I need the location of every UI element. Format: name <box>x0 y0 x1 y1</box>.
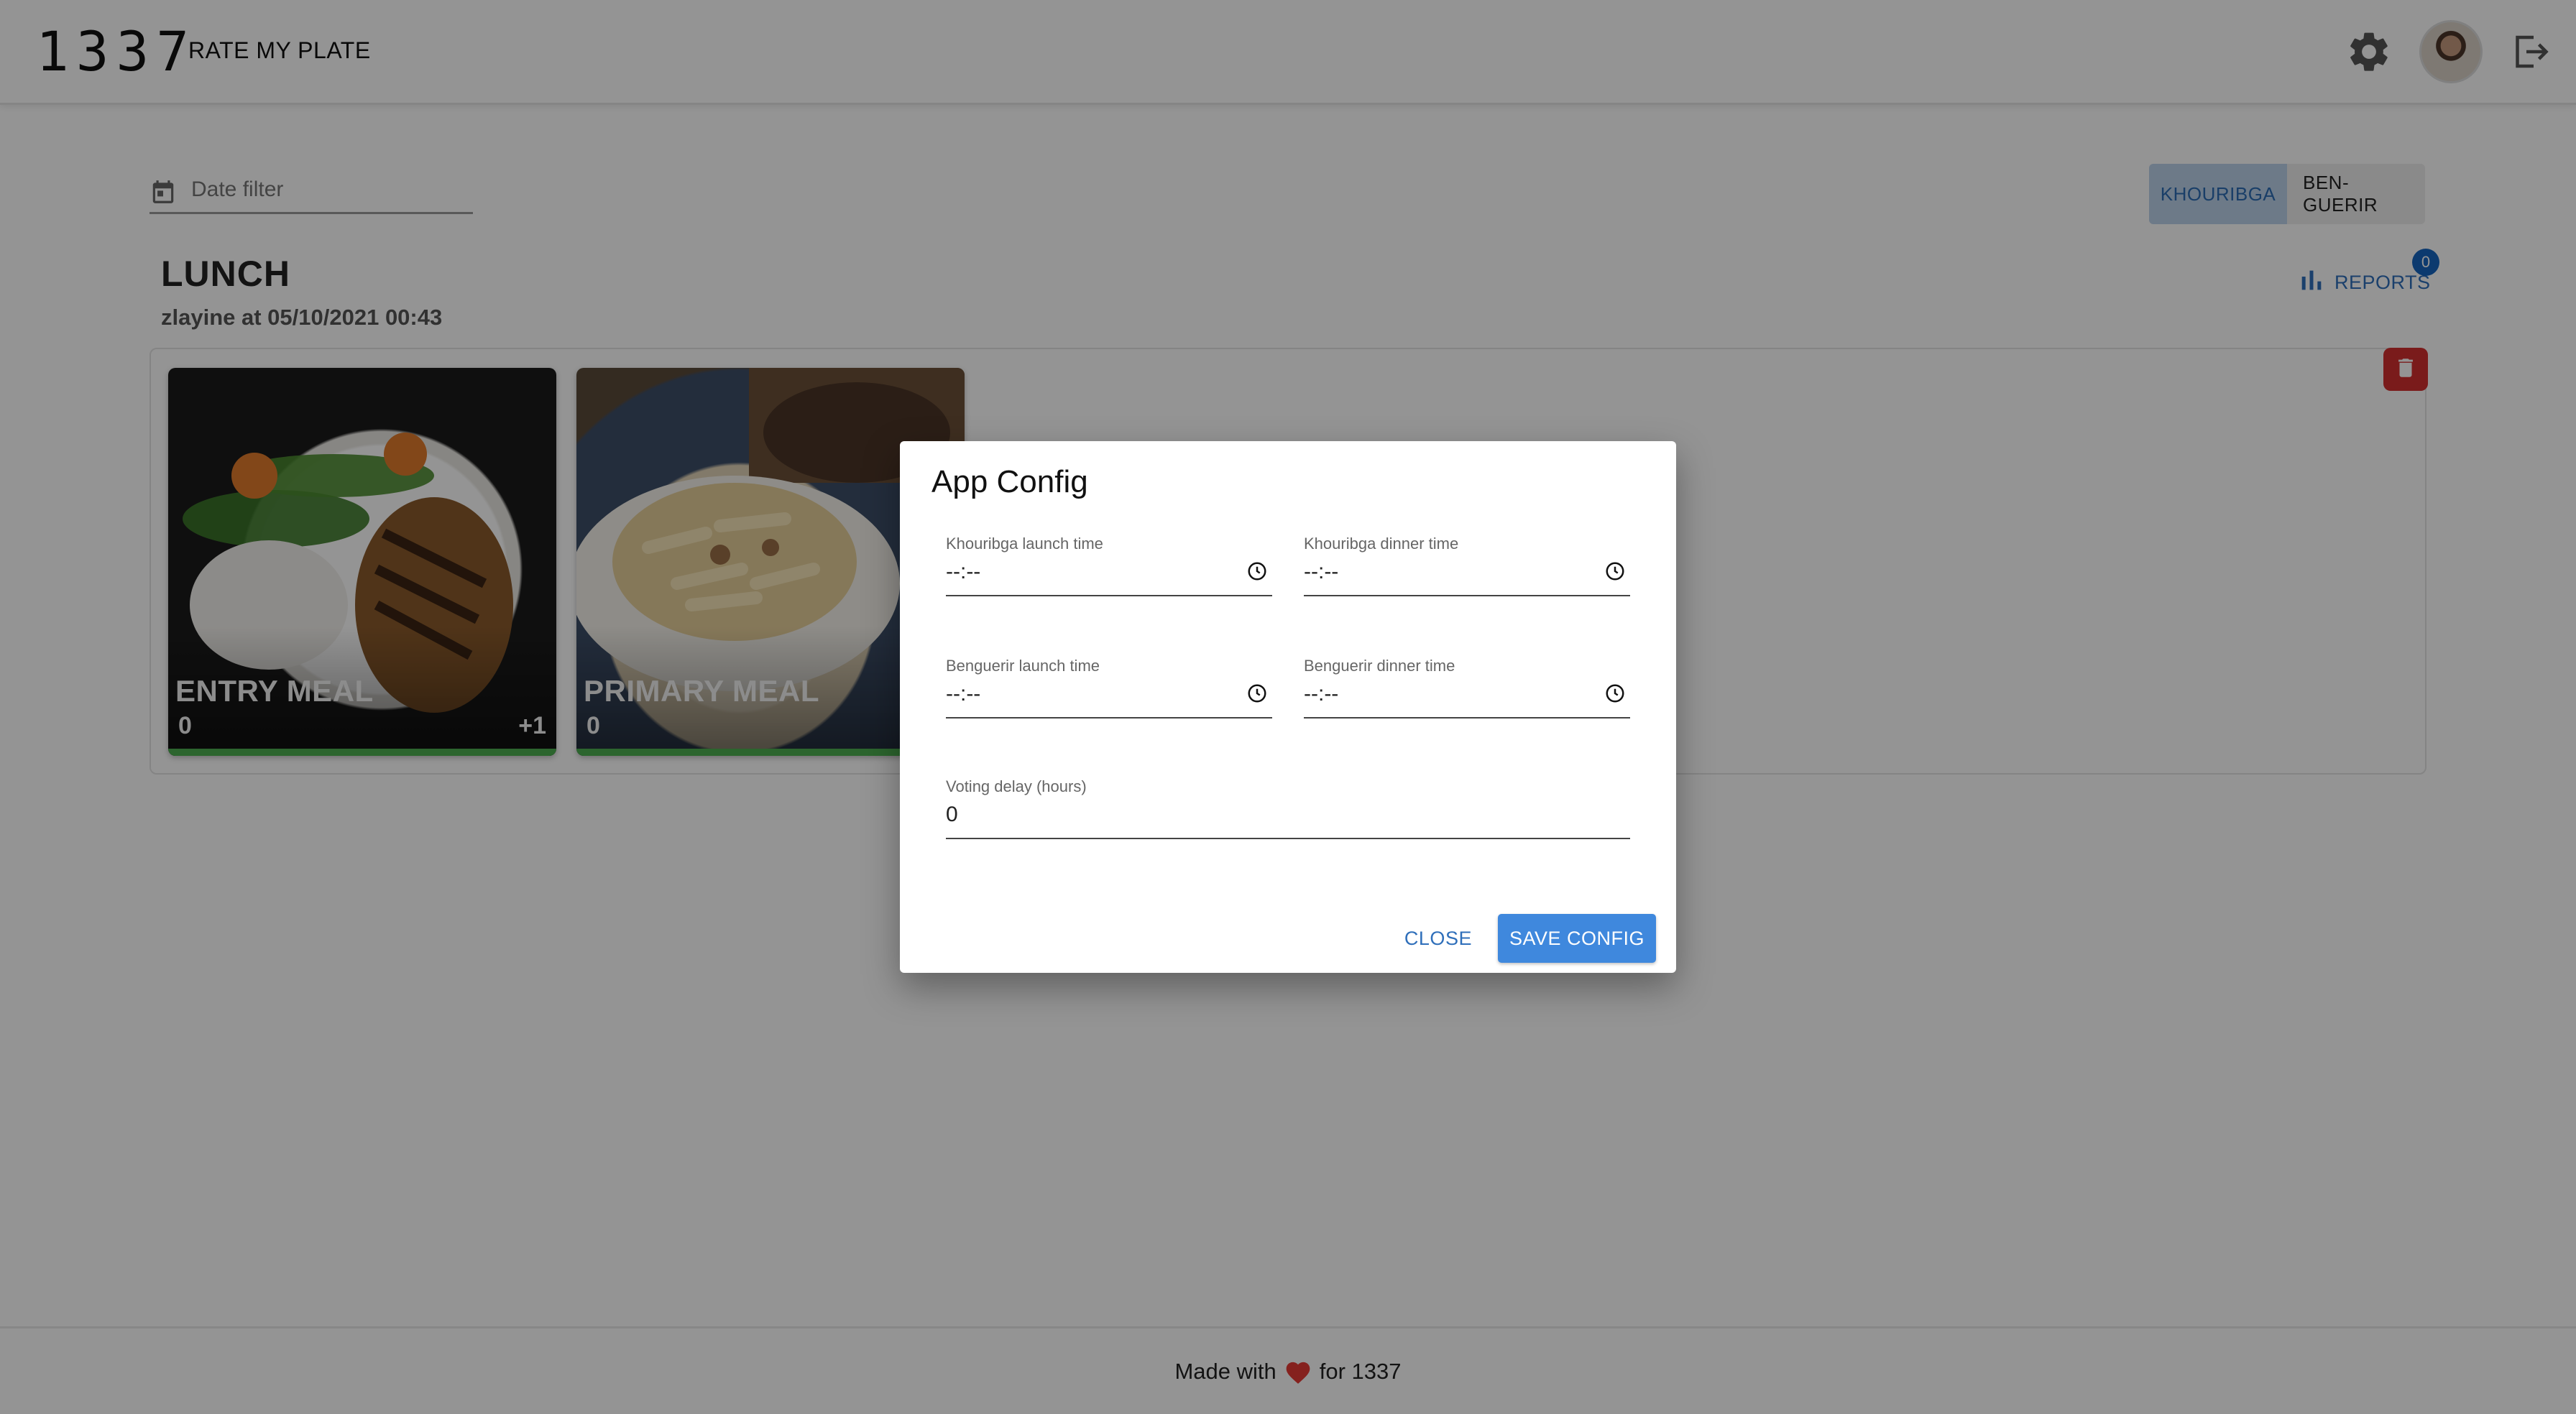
clock-icon[interactable] <box>1604 683 1626 708</box>
clock-icon[interactable] <box>1604 560 1626 586</box>
benguerir-dinner-time-field[interactable]: Benguerir dinner time <box>1304 657 1630 718</box>
khouribga-dinner-time-input[interactable] <box>1304 556 1577 588</box>
dialog-actions: CLOSE SAVE CONFIG <box>1389 914 1656 963</box>
app-config-dialog: App Config Khouribga launch time Khourib… <box>900 441 1676 973</box>
close-button[interactable]: CLOSE <box>1389 918 1488 960</box>
khouribga-launch-time-field[interactable]: Khouribga launch time <box>946 535 1272 596</box>
benguerir-launch-time-field[interactable]: Benguerir launch time <box>946 657 1272 718</box>
field-label: Benguerir dinner time <box>1304 657 1455 675</box>
benguerir-dinner-time-input[interactable] <box>1304 678 1577 710</box>
field-label: Khouribga dinner time <box>1304 535 1459 553</box>
clock-icon[interactable] <box>1246 560 1268 586</box>
khouribga-dinner-time-field[interactable]: Khouribga dinner time <box>1304 535 1630 596</box>
benguerir-launch-time-input[interactable] <box>946 678 1219 710</box>
voting-delay-field[interactable]: Voting delay (hours) <box>946 777 1630 839</box>
field-label: Khouribga launch time <box>946 535 1103 553</box>
field-label: Benguerir launch time <box>946 657 1100 675</box>
save-config-button[interactable]: SAVE CONFIG <box>1497 914 1656 963</box>
voting-delay-input[interactable] <box>946 799 1593 831</box>
clock-icon[interactable] <box>1246 683 1268 708</box>
dialog-title: App Config <box>932 464 1088 499</box>
khouribga-launch-time-input[interactable] <box>946 556 1219 588</box>
field-label: Voting delay (hours) <box>946 777 1087 795</box>
